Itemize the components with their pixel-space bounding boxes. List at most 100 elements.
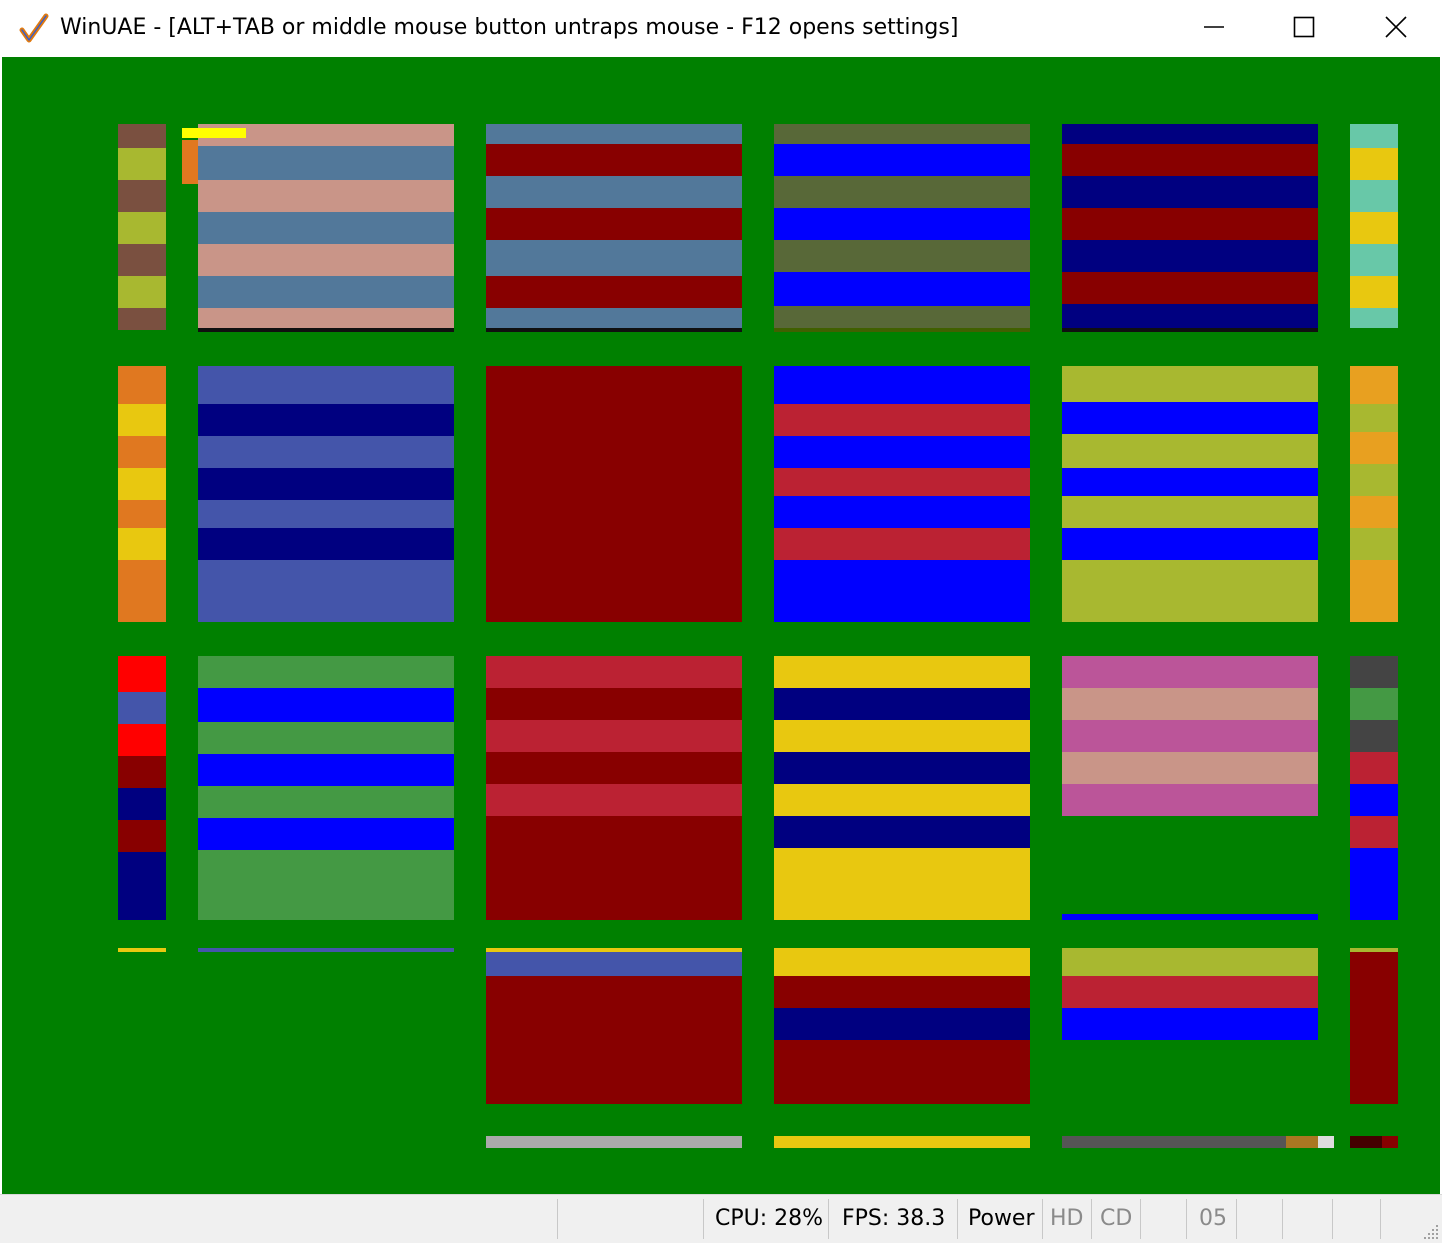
screen-stripe — [1062, 496, 1318, 528]
resize-grip-icon[interactable] — [1422, 1223, 1440, 1241]
status-separator — [557, 1199, 558, 1239]
screen-stripe — [774, 1136, 1030, 1148]
screen-stripe — [1382, 1136, 1398, 1148]
screen-stripe — [1062, 784, 1318, 816]
screen-stripe — [118, 244, 166, 276]
screen-stripe — [118, 404, 166, 436]
screen-stripe — [118, 468, 166, 500]
screen-stripe — [1350, 496, 1398, 528]
screen-stripe — [198, 244, 454, 276]
screen-stripe — [1062, 240, 1318, 272]
screen-stripe — [1062, 720, 1318, 752]
screen-stripe — [198, 366, 454, 404]
screen-stripe — [198, 656, 454, 688]
screen-stripe — [198, 688, 454, 722]
screen-stripe — [1350, 244, 1398, 276]
screen-stripe — [774, 404, 1030, 436]
screen-stripe — [1350, 432, 1398, 464]
emulator-display[interactable] — [2, 57, 1440, 1194]
cpu-usage: CPU: 28% — [715, 1206, 824, 1231]
screen-stripe — [198, 818, 454, 850]
screen-stripe — [1350, 404, 1398, 432]
screen-stripe — [118, 724, 166, 756]
screen-stripe — [118, 436, 166, 468]
screen-stripe — [1062, 402, 1318, 434]
screen-stripe — [486, 176, 742, 208]
screen-stripe — [198, 754, 454, 786]
screen-stripe — [118, 528, 166, 560]
status-separator — [1332, 1199, 1333, 1239]
screen-stripe — [118, 560, 166, 622]
screen-stripe — [118, 948, 166, 952]
screen-stripe — [774, 436, 1030, 468]
close-icon — [1385, 16, 1407, 38]
winuae-window: WinUAE - [ALT+TAB or middle mouse button… — [0, 0, 1442, 1243]
screen-stripe — [1062, 124, 1318, 144]
screen-stripe — [1350, 816, 1398, 848]
screen-stripe — [1350, 952, 1398, 1104]
screen-stripe — [118, 276, 166, 308]
screen-stripe — [1350, 688, 1398, 720]
screen-stripe — [198, 308, 454, 328]
screen-stripe — [1286, 1136, 1318, 1148]
screen-stripe — [118, 656, 166, 692]
status-separator — [1091, 1199, 1092, 1239]
screen-stripe — [198, 528, 454, 560]
close-button[interactable] — [1350, 0, 1442, 54]
screen-stripe — [118, 124, 166, 148]
cd-led: CD — [1100, 1206, 1133, 1231]
screen-stripe — [774, 784, 1030, 816]
screen-stripe — [1062, 528, 1318, 560]
title-bar[interactable]: WinUAE - [ALT+TAB or middle mouse button… — [0, 0, 1442, 57]
screen-stripe — [1350, 148, 1398, 180]
screen-stripe — [118, 756, 166, 788]
screen-stripe — [486, 1136, 742, 1148]
screen-stripe — [1062, 688, 1318, 720]
screen-stripe — [1062, 656, 1318, 688]
screen-stripe — [198, 786, 454, 818]
screen-stripe — [1350, 784, 1398, 816]
screen-stripe — [1350, 276, 1398, 308]
screen-stripe — [118, 692, 166, 724]
screen-stripe — [486, 976, 742, 1104]
screen-stripe — [198, 180, 454, 212]
status-separator — [703, 1199, 704, 1239]
screen-stripe — [774, 240, 1030, 272]
winuae-checkmark-icon[interactable] — [18, 12, 50, 44]
screen-stripe — [198, 404, 454, 436]
screen-stripe — [1350, 752, 1398, 784]
status-separator — [1236, 1199, 1237, 1239]
screen-stripe — [774, 306, 1030, 328]
maximize-icon — [1293, 16, 1315, 38]
screen-stripe — [486, 144, 742, 176]
screen-stripe — [1062, 560, 1318, 622]
screen-stripe — [118, 366, 166, 404]
screen-stripe — [486, 656, 742, 688]
screen-stripe — [118, 308, 166, 330]
screen-stripe — [486, 752, 742, 784]
fps-counter: FPS: 38.3 — [842, 1206, 946, 1231]
screen-stripe — [1350, 720, 1398, 752]
screen-stripe — [774, 720, 1030, 752]
minimize-button[interactable] — [1168, 0, 1260, 54]
screen-stripe — [1350, 560, 1398, 622]
screen-stripe — [774, 560, 1030, 622]
screen-stripe — [198, 276, 454, 308]
screen-stripe — [198, 500, 454, 528]
cursor-marker — [182, 128, 246, 138]
screen-stripe — [486, 240, 742, 276]
screen-stripe — [1062, 948, 1318, 976]
screen-stripe — [198, 560, 454, 622]
screen-stripe — [1350, 464, 1398, 496]
screen-stripe — [486, 208, 742, 240]
screen-stripe — [774, 816, 1030, 848]
screen-stripe — [1350, 212, 1398, 244]
screen-stripe — [118, 212, 166, 244]
maximize-button[interactable] — [1258, 0, 1350, 54]
power-led: Power — [968, 1206, 1035, 1231]
screen-stripe — [486, 952, 742, 976]
screen-stripe — [1062, 468, 1318, 496]
screen-stripe — [1350, 656, 1398, 688]
screen-stripe — [486, 720, 742, 752]
window-title: WinUAE - [ALT+TAB or middle mouse button… — [60, 15, 959, 40]
